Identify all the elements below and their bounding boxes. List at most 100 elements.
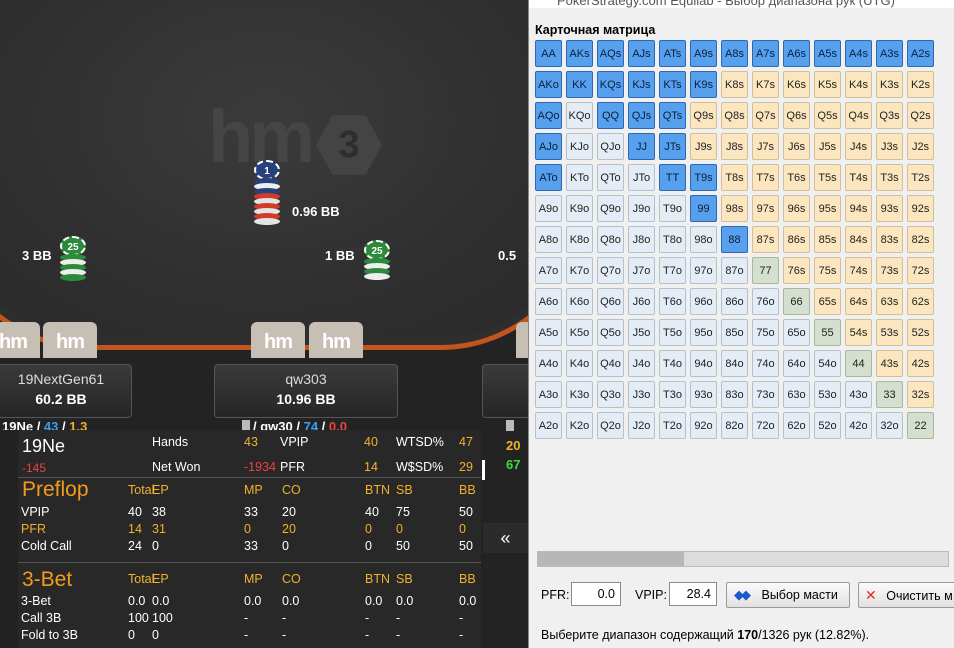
hand-cell-96o[interactable]: 96o [690, 288, 717, 315]
hand-cell-66[interactable]: 66 [783, 288, 810, 315]
hand-cell-k7s[interactable]: K7s [752, 71, 779, 98]
hand-cell-k9o[interactable]: K9o [566, 195, 593, 222]
hand-cell-k2o[interactable]: K2o [566, 412, 593, 439]
hand-cell-k7o[interactable]: K7o [566, 257, 593, 284]
hand-cell-k3o[interactable]: K3o [566, 381, 593, 408]
hand-cell-q8s[interactable]: Q8s [721, 102, 748, 129]
hand-cell-tt[interactable]: TT [659, 164, 686, 191]
hand-cell-aqo[interactable]: AQo [535, 102, 562, 129]
window-titlebar[interactable]: PokerStrategy.com Equilab - Выбор диапаз… [529, 0, 954, 8]
hand-cell-q5o[interactable]: Q5o [597, 319, 624, 346]
hand-cell-54s[interactable]: 54s [845, 319, 872, 346]
hud-tab[interactable]: hm [309, 322, 363, 358]
hand-cell-a3o[interactable]: A3o [535, 381, 562, 408]
hand-cell-42o[interactable]: 42o [845, 412, 872, 439]
hand-cell-32s[interactable]: 32s [907, 381, 934, 408]
hand-cell-a4s[interactable]: A4s [845, 40, 872, 67]
hand-cell-74s[interactable]: 74s [845, 257, 872, 284]
hand-cell-96s[interactable]: 96s [783, 195, 810, 222]
hand-cell-ato[interactable]: ATo [535, 164, 562, 191]
hand-cell-54o[interactable]: 54o [814, 350, 841, 377]
hand-cell-t5s[interactable]: T5s [814, 164, 841, 191]
hand-cell-q9o[interactable]: Q9o [597, 195, 624, 222]
hand-cell-73s[interactable]: 73s [876, 257, 903, 284]
hand-cell-t9s[interactable]: T9s [690, 164, 717, 191]
hand-cell-t3o[interactable]: T3o [659, 381, 686, 408]
hand-cell-63s[interactable]: 63s [876, 288, 903, 315]
hud-tab[interactable] [516, 322, 528, 358]
hand-cell-t6o[interactable]: T6o [659, 288, 686, 315]
hand-cell-73o[interactable]: 73o [752, 381, 779, 408]
hand-cell-j7s[interactable]: J7s [752, 133, 779, 160]
hand-cell-86s[interactable]: 86s [783, 226, 810, 253]
hand-cell-88[interactable]: 88 [721, 226, 748, 253]
hand-cell-jto[interactable]: JTo [628, 164, 655, 191]
hand-cell-q4s[interactable]: Q4s [845, 102, 872, 129]
hand-cell-qq[interactable]: QQ [597, 102, 624, 129]
hand-cell-j9o[interactable]: J9o [628, 195, 655, 222]
seat-qw303[interactable]: qw303 10.96 BB [214, 364, 398, 418]
hand-cell-k2s[interactable]: K2s [907, 71, 934, 98]
hand-cell-k5s[interactable]: K5s [814, 71, 841, 98]
hand-cell-kk[interactable]: KK [566, 71, 593, 98]
hand-cell-94s[interactable]: 94s [845, 195, 872, 222]
hand-cell-j4o[interactable]: J4o [628, 350, 655, 377]
hand-cell-t6s[interactable]: T6s [783, 164, 810, 191]
hand-cell-t2s[interactable]: T2s [907, 164, 934, 191]
hand-cell-43o[interactable]: 43o [845, 381, 872, 408]
hand-cell-q7o[interactable]: Q7o [597, 257, 624, 284]
hand-cell-q9s[interactable]: Q9s [690, 102, 717, 129]
hand-cell-ats[interactable]: ATs [659, 40, 686, 67]
hand-cell-q2o[interactable]: Q2o [597, 412, 624, 439]
hand-cell-53s[interactable]: 53s [876, 319, 903, 346]
hand-cell-65s[interactable]: 65s [814, 288, 841, 315]
hand-cell-72s[interactable]: 72s [907, 257, 934, 284]
hand-cell-t2o[interactable]: T2o [659, 412, 686, 439]
hand-cell-64o[interactable]: 64o [783, 350, 810, 377]
hand-cell-aa[interactable]: AA [535, 40, 562, 67]
hand-cell-99[interactable]: 99 [690, 195, 717, 222]
pfr-input[interactable] [571, 582, 621, 606]
hand-cell-kjs[interactable]: KJs [628, 71, 655, 98]
hand-cell-t7o[interactable]: T7o [659, 257, 686, 284]
hand-cell-j2s[interactable]: J2s [907, 133, 934, 160]
hand-cell-jj[interactable]: JJ [628, 133, 655, 160]
hand-cell-97s[interactable]: 97s [752, 195, 779, 222]
hand-cell-a8s[interactable]: A8s [721, 40, 748, 67]
hand-cell-22[interactable]: 22 [907, 412, 934, 439]
hand-cell-a5s[interactable]: A5s [814, 40, 841, 67]
hand-cell-j5o[interactable]: J5o [628, 319, 655, 346]
hand-cell-98o[interactable]: 98o [690, 226, 717, 253]
hand-cell-q6o[interactable]: Q6o [597, 288, 624, 315]
hand-cell-q3s[interactable]: Q3s [876, 102, 903, 129]
hand-cell-j9s[interactable]: J9s [690, 133, 717, 160]
hand-cell-qjo[interactable]: QJo [597, 133, 624, 160]
hand-cell-qto[interactable]: QTo [597, 164, 624, 191]
hand-cell-k6o[interactable]: K6o [566, 288, 593, 315]
hand-cell-ajs[interactable]: AJs [628, 40, 655, 67]
hand-cell-k4s[interactable]: K4s [845, 71, 872, 98]
hand-cell-a7o[interactable]: A7o [535, 257, 562, 284]
hand-cell-97o[interactable]: 97o [690, 257, 717, 284]
hand-cell-j7o[interactable]: J7o [628, 257, 655, 284]
hand-cell-83s[interactable]: 83s [876, 226, 903, 253]
hand-cell-a4o[interactable]: A4o [535, 350, 562, 377]
hand-cell-85s[interactable]: 85s [814, 226, 841, 253]
hand-cell-aks[interactable]: AKs [566, 40, 593, 67]
hand-cell-52o[interactable]: 52o [814, 412, 841, 439]
hand-cell-95s[interactable]: 95s [814, 195, 841, 222]
hand-cell-a8o[interactable]: A8o [535, 226, 562, 253]
hand-cell-t8o[interactable]: T8o [659, 226, 686, 253]
hand-cell-q4o[interactable]: Q4o [597, 350, 624, 377]
hand-cell-75s[interactable]: 75s [814, 257, 841, 284]
hand-cell-93s[interactable]: 93s [876, 195, 903, 222]
hand-cell-q5s[interactable]: Q5s [814, 102, 841, 129]
clear-button[interactable]: ✕ Очистить м [858, 582, 954, 608]
hud-tab[interactable]: hm [0, 322, 40, 358]
hand-cell-t3s[interactable]: T3s [876, 164, 903, 191]
hand-cell-kts[interactable]: KTs [659, 71, 686, 98]
hand-cell-kqo[interactable]: KQo [566, 102, 593, 129]
hand-cell-k6s[interactable]: K6s [783, 71, 810, 98]
hand-cell-kjo[interactable]: KJo [566, 133, 593, 160]
hand-cell-q6s[interactable]: Q6s [783, 102, 810, 129]
